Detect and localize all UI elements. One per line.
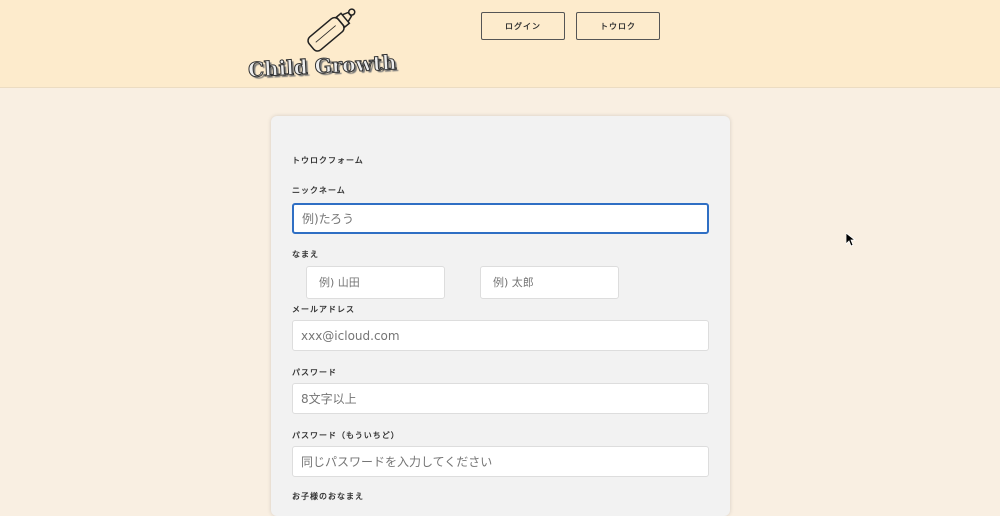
email-input[interactable] <box>292 320 709 351</box>
login-button[interactable]: ログイン <box>481 12 565 40</box>
logo[interactable]: Child Growth <box>246 6 411 82</box>
last-name-input[interactable] <box>306 266 445 299</box>
baby-bottle-icon <box>307 8 356 52</box>
form-title: トウロクフォーム <box>292 156 364 165</box>
nickname-input[interactable] <box>292 203 709 234</box>
nickname-label: ニックネーム <box>292 186 346 195</box>
password-confirm-label: パスワード（もういちど） <box>292 431 400 440</box>
name-label: なまえ <box>292 250 319 259</box>
child-name-label: お子様のおなまえ <box>292 492 364 501</box>
password-confirm-input[interactable] <box>292 446 709 477</box>
password-label: パスワード <box>292 368 337 377</box>
first-name-input[interactable] <box>480 266 619 299</box>
header: Child Growth ログイン トウロク <box>0 0 1000 88</box>
mouse-cursor-icon <box>846 233 856 247</box>
register-button[interactable]: トウロク <box>576 12 660 40</box>
password-input[interactable] <box>292 383 709 414</box>
email-label: メールアドレス <box>292 305 355 314</box>
registration-form: トウロクフォーム ニックネーム なまえ メールアドレス パスワード パスワード（… <box>271 116 730 516</box>
